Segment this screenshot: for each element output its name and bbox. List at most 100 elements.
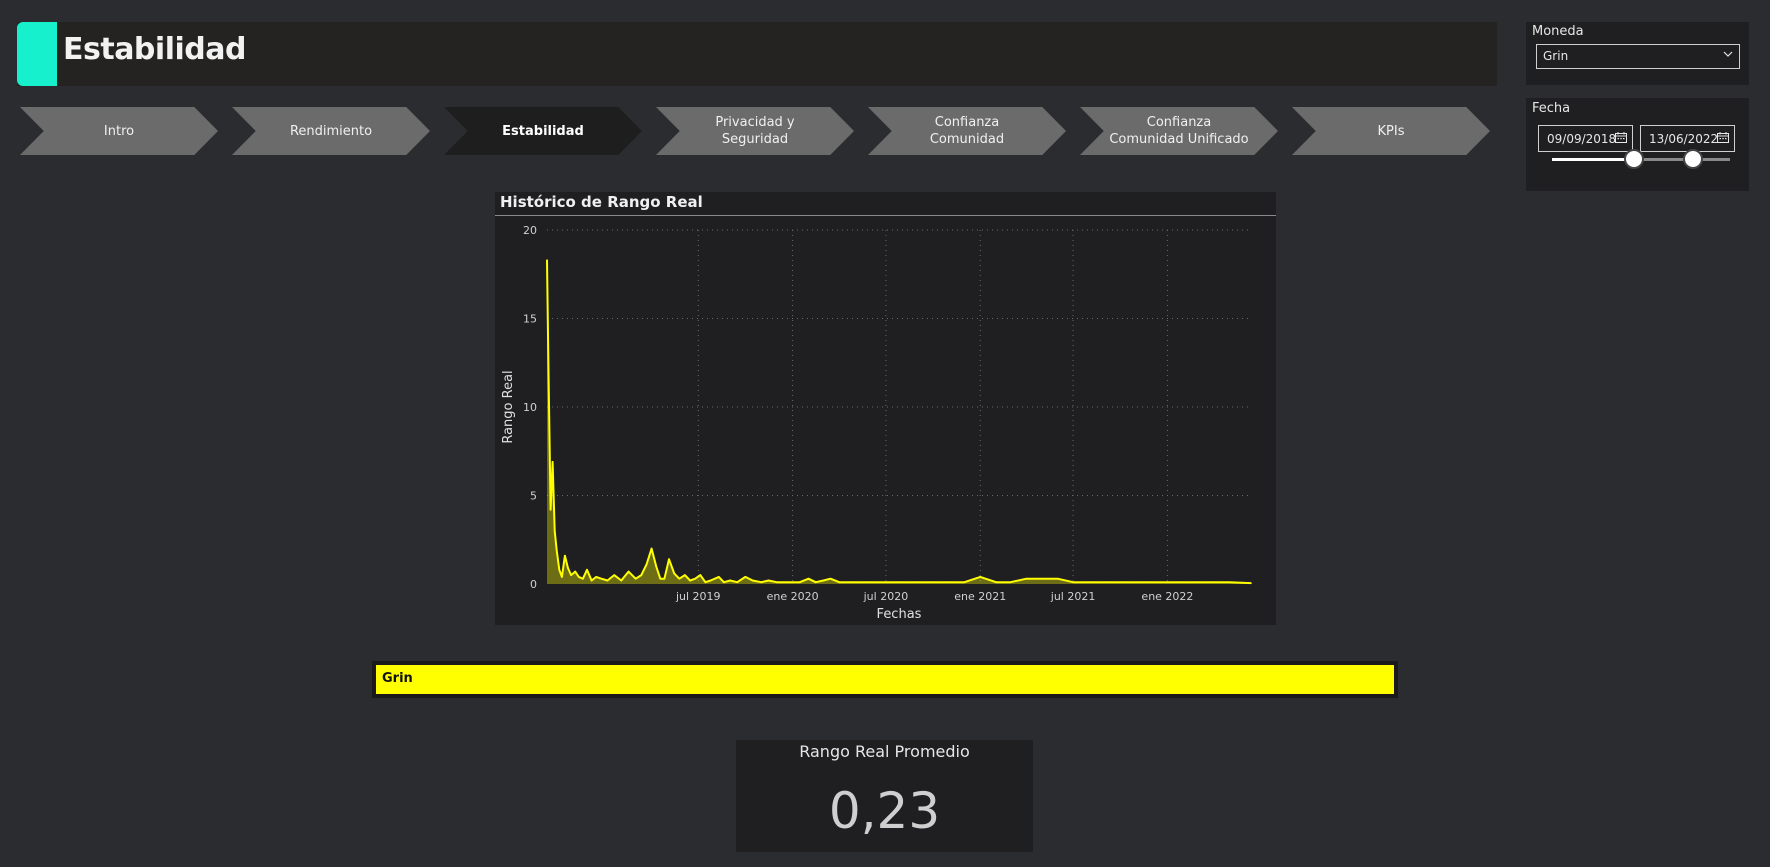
data-point [709, 579, 712, 582]
data-point [744, 576, 747, 578]
data-point [546, 259, 548, 261]
data-point [995, 581, 997, 584]
data-point [640, 574, 643, 576]
data-point [684, 574, 686, 576]
fecha-slicer: Fecha 09/09/2018 13/06/2022 [1526, 98, 1749, 191]
data-point [1040, 577, 1043, 580]
data-point [650, 547, 653, 550]
data-point [901, 581, 903, 584]
data-point [822, 579, 825, 582]
data-point [1150, 581, 1153, 584]
data-point [620, 579, 623, 582]
x-tick-label: ene 2022 [1141, 590, 1193, 603]
data-point [869, 581, 872, 584]
data-point [885, 581, 887, 584]
data-point [551, 461, 554, 463]
data-point [783, 581, 785, 584]
y-tick-label: 20 [523, 224, 537, 237]
data-point [1182, 581, 1185, 584]
fecha-start-input[interactable]: 09/09/2018 [1538, 125, 1633, 152]
nav-tab-privacidad[interactable]: Privacidad y Seguridad [656, 107, 854, 155]
data-point [1119, 581, 1122, 584]
fecha-label: Fecha [1532, 101, 1571, 116]
data-point [767, 579, 770, 582]
nav-tab-kpis[interactable]: KPIs [1292, 107, 1490, 155]
nav-tab-estabilidad[interactable]: Estabilidad [444, 107, 642, 155]
kpi-value: 0,23 [828, 782, 941, 840]
data-point [561, 576, 563, 578]
page-title: Estabilidad [63, 32, 246, 67]
data-point [829, 577, 832, 580]
y-tick-label: 15 [523, 313, 537, 326]
series-line-grin [546, 260, 1252, 585]
data-point [547, 370, 550, 373]
data-point [567, 567, 569, 569]
data-point [659, 577, 662, 580]
series-legend-item[interactable]: Grin [376, 665, 1394, 694]
fecha-start-value: 09/09/2018 [1547, 132, 1617, 146]
nav-tab-confianza[interactable]: Confianza Comunidad [868, 107, 1066, 155]
data-point [699, 574, 702, 576]
data-point [760, 581, 763, 584]
data-point [694, 577, 696, 580]
data-point [979, 576, 982, 578]
fecha-slider-start-handle[interactable] [1623, 149, 1644, 169]
data-point [916, 581, 919, 584]
data-point [590, 579, 593, 582]
data-point [814, 581, 817, 584]
fecha-slider-end-handle[interactable] [1682, 149, 1703, 169]
data-point [600, 577, 603, 580]
page-header: Estabilidad [17, 22, 1497, 86]
fecha-end-input[interactable]: 13/06/2022 [1640, 125, 1735, 152]
chart-plot: 0 5 10 15 20 jul 2019 ene 2020 jul 2020 ene 2021… [501, 224, 1252, 622]
data-point [582, 577, 584, 580]
moneda-dropdown[interactable]: Grin [1536, 44, 1740, 69]
moneda-slicer: Moneda Grin [1526, 22, 1749, 85]
header-accent [17, 22, 57, 86]
moneda-label: Moneda [1532, 24, 1584, 39]
kpi-label: Rango Real Promedio [799, 742, 970, 761]
y-tick-label: 0 [530, 578, 537, 591]
moneda-selected-value: Grin [1543, 49, 1569, 63]
fecha-slider-fill [1552, 158, 1634, 161]
nav-tab-intro[interactable]: Intro [20, 107, 218, 155]
data-point [689, 579, 691, 582]
data-point [736, 581, 739, 584]
series-legend: Grin [372, 661, 1398, 698]
data-point [1250, 582, 1252, 584]
rango-real-chart: Histórico de Rango Real 0 5 10 15 20 jul 2019… [495, 192, 1276, 625]
data-point [932, 581, 934, 584]
data-point [570, 574, 572, 576]
calendar-icon[interactable] [1717, 132, 1729, 143]
data-point [558, 569, 561, 571]
data-point [704, 581, 707, 584]
data-point [577, 576, 580, 578]
data-point [1135, 581, 1137, 584]
x-tick-label: jul 2019 [675, 590, 721, 603]
calendar-icon[interactable] [1615, 132, 1627, 143]
data-point [798, 581, 801, 584]
data-point [606, 579, 609, 582]
data-point [595, 576, 598, 578]
fecha-end-value: 13/06/2022 [1649, 132, 1719, 146]
series-area-grin [547, 260, 1251, 584]
x-axis-label: Fechas [877, 607, 922, 622]
data-point [963, 581, 966, 584]
data-point [574, 570, 577, 573]
nav-tab-confianza-unificado[interactable]: Confianza Comunidad Unificado [1080, 107, 1278, 155]
data-point [553, 530, 556, 532]
data-point [613, 574, 615, 576]
data-point [549, 508, 552, 511]
x-tick-label: ene 2021 [954, 590, 1006, 603]
data-point [853, 581, 856, 584]
data-point [1088, 581, 1090, 584]
data-point [1196, 581, 1199, 584]
data-point [1009, 581, 1012, 584]
data-point [838, 581, 841, 584]
data-point [791, 581, 794, 584]
data-point [673, 572, 675, 575]
data-point [1166, 581, 1169, 584]
data-point [555, 549, 558, 552]
x-tick-label: jul 2021 [1050, 590, 1096, 603]
nav-tab-rendimiento[interactable]: Rendimiento [232, 107, 430, 155]
